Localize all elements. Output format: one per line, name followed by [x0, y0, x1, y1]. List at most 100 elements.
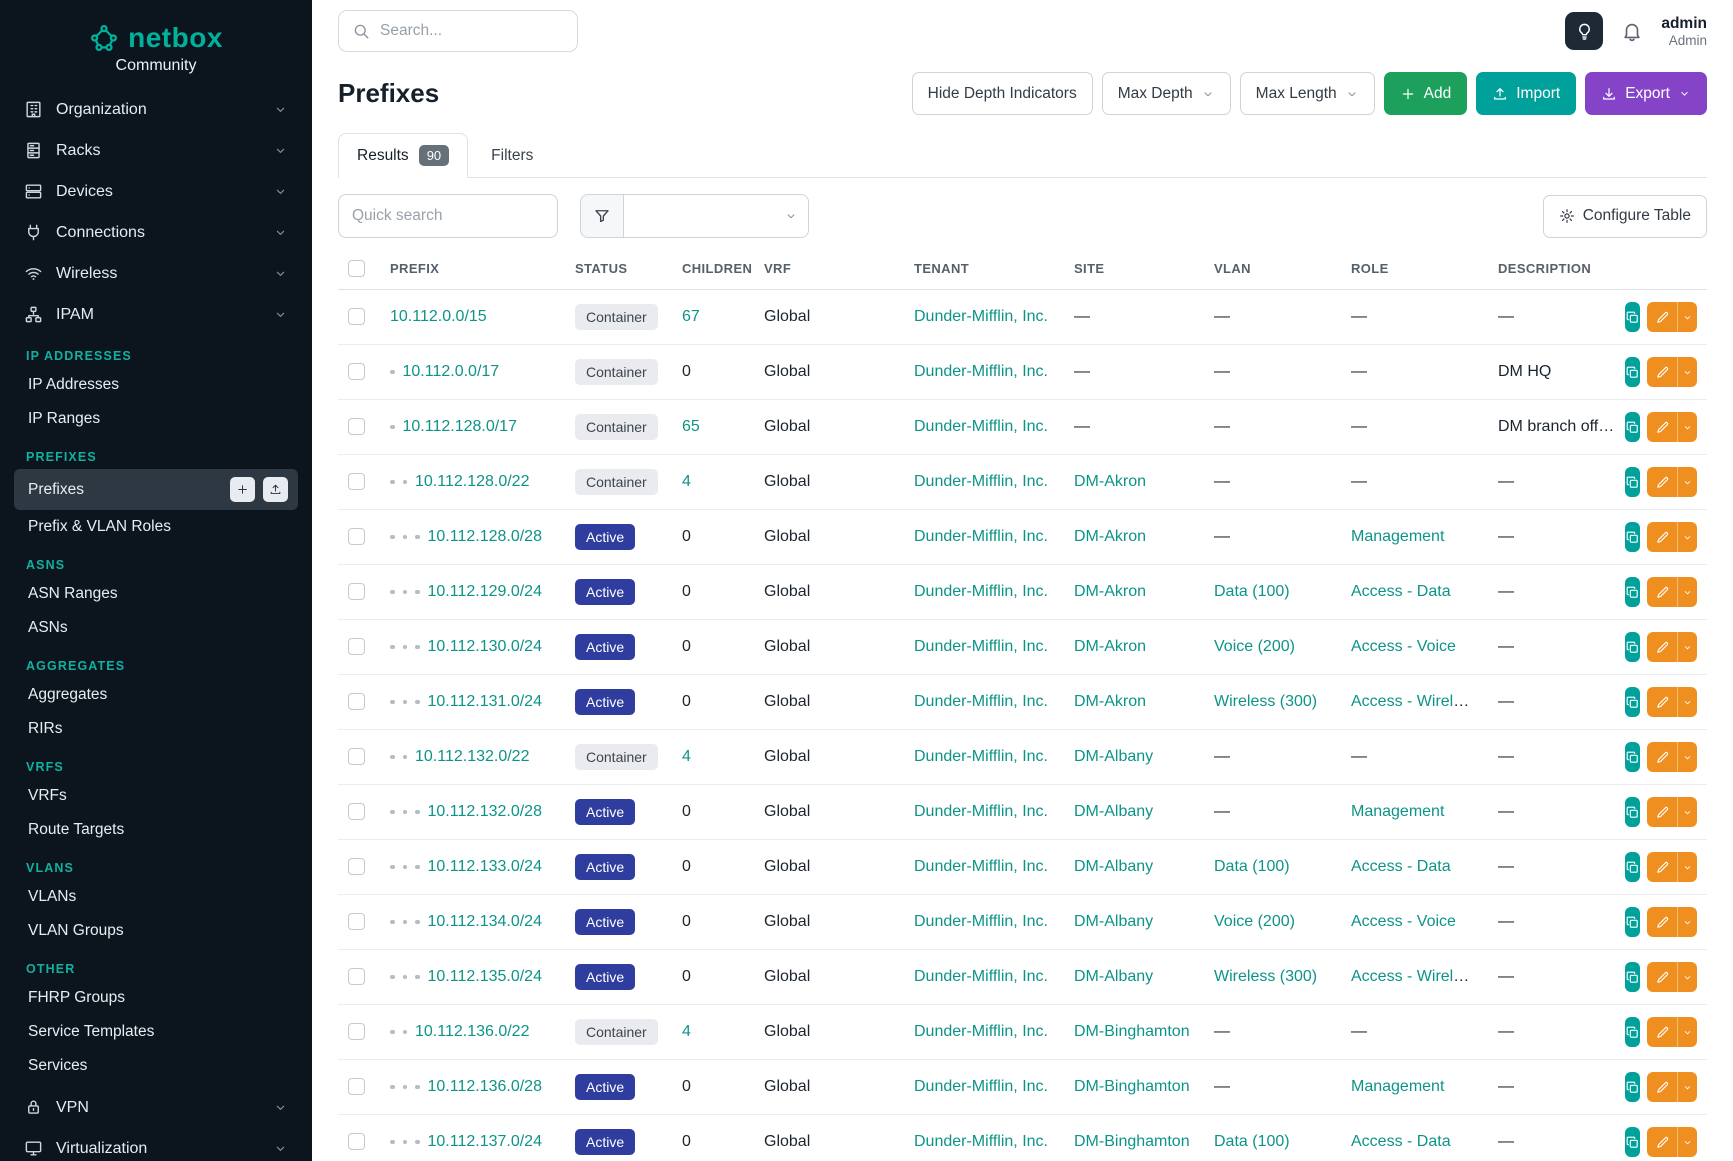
edit-button[interactable] — [1647, 412, 1677, 442]
configure-table-button[interactable]: Configure Table — [1543, 195, 1707, 238]
edit-dropdown-toggle[interactable] — [1677, 907, 1697, 937]
sidebar-item-rirs[interactable]: RIRs — [14, 712, 298, 746]
tenant-link[interactable]: Dunder-Mifflin, Inc. — [914, 638, 1048, 655]
copy-button[interactable] — [1625, 1127, 1640, 1157]
copy-button[interactable] — [1625, 852, 1640, 882]
role-link[interactable]: Access - Data — [1351, 583, 1451, 600]
edit-button[interactable] — [1647, 1072, 1677, 1102]
copy-button[interactable] — [1625, 687, 1640, 717]
prefix-link[interactable]: 10.112.130.0/24 — [428, 638, 542, 655]
edit-button[interactable] — [1647, 1127, 1677, 1157]
max-length-dropdown[interactable]: Max Length — [1240, 72, 1375, 115]
row-checkbox[interactable] — [348, 363, 365, 380]
vlan-link[interactable]: Voice (200) — [1214, 913, 1295, 930]
sidebar-item-organization[interactable]: Organization — [14, 89, 298, 130]
sidebar-item-racks[interactable]: Racks — [14, 130, 298, 171]
quick-search-input[interactable] — [338, 194, 558, 238]
copy-button[interactable] — [1625, 412, 1640, 442]
sidebar-item-vlans[interactable]: VLANs — [14, 880, 298, 914]
prefix-link[interactable]: 10.112.0.0/17 — [403, 363, 500, 380]
sidebar-item-ip-addresses[interactable]: IP Addresses — [14, 368, 298, 402]
row-checkbox[interactable] — [348, 638, 365, 655]
edit-button[interactable] — [1647, 522, 1677, 552]
prefix-link[interactable]: 10.112.128.0/17 — [403, 418, 517, 435]
sidebar-item-ip-ranges[interactable]: IP Ranges — [14, 402, 298, 436]
copy-button[interactable] — [1625, 577, 1640, 607]
tenant-link[interactable]: Dunder-Mifflin, Inc. — [914, 968, 1048, 985]
sidebar-item-vrfs[interactable]: VRFs — [14, 779, 298, 813]
vlan-link[interactable]: Wireless (300) — [1214, 693, 1317, 710]
sidebar-item-devices[interactable]: Devices — [14, 171, 298, 212]
row-checkbox[interactable] — [348, 693, 365, 710]
sidebar-import-button[interactable] — [263, 477, 288, 502]
prefix-link[interactable]: 10.112.135.0/24 — [428, 968, 542, 985]
edit-dropdown-toggle[interactable] — [1677, 357, 1697, 387]
prefix-link[interactable]: 10.112.128.0/28 — [428, 528, 542, 545]
prefix-link[interactable]: 10.112.128.0/22 — [415, 473, 529, 490]
edit-button[interactable] — [1647, 1017, 1677, 1047]
max-depth-dropdown[interactable]: Max Depth — [1102, 72, 1231, 115]
sidebar-item-vpn[interactable]: VPN — [14, 1087, 298, 1128]
edit-dropdown-toggle[interactable] — [1677, 1127, 1697, 1157]
edit-dropdown-toggle[interactable] — [1677, 687, 1697, 717]
column-header-status[interactable]: STATUS — [565, 250, 672, 290]
tenant-link[interactable]: Dunder-Mifflin, Inc. — [914, 1078, 1048, 1095]
add-button[interactable]: Add — [1384, 72, 1468, 115]
edit-button[interactable] — [1647, 632, 1677, 662]
sidebar-item-prefix-vlan-roles[interactable]: Prefix & VLAN Roles — [14, 510, 298, 544]
column-header-site[interactable]: SITE — [1064, 250, 1204, 290]
tenant-link[interactable]: Dunder-Mifflin, Inc. — [914, 693, 1048, 710]
column-header-tenant[interactable]: TENANT — [904, 250, 1064, 290]
sidebar-item-asn-ranges[interactable]: ASN Ranges — [14, 577, 298, 611]
edit-dropdown-toggle[interactable] — [1677, 797, 1697, 827]
column-header-vrf[interactable]: VRF — [754, 250, 904, 290]
global-search[interactable] — [338, 10, 578, 52]
row-checkbox[interactable] — [348, 968, 365, 985]
role-link[interactable]: Access - Data — [1351, 1133, 1451, 1150]
row-checkbox[interactable] — [348, 803, 365, 820]
saved-filter-select[interactable] — [624, 194, 809, 238]
site-link[interactable]: DM-Albany — [1074, 748, 1153, 765]
row-checkbox[interactable] — [348, 473, 365, 490]
site-link[interactable]: DM-Albany — [1074, 968, 1153, 985]
edit-dropdown-toggle[interactable] — [1677, 852, 1697, 882]
sidebar-item-service-templates[interactable]: Service Templates — [14, 1015, 298, 1049]
vlan-link[interactable]: Data (100) — [1214, 1133, 1290, 1150]
edit-button[interactable] — [1647, 302, 1677, 332]
site-link[interactable]: DM-Albany — [1074, 803, 1153, 820]
prefix-link[interactable]: 10.112.136.0/28 — [428, 1078, 542, 1095]
sidebar-item-prefixes[interactable]: Prefixes — [14, 469, 298, 510]
sidebar-item-vlan-groups[interactable]: VLAN Groups — [14, 914, 298, 948]
edit-dropdown-toggle[interactable] — [1677, 467, 1697, 497]
children-link[interactable]: 4 — [682, 748, 691, 765]
site-link[interactable]: DM-Akron — [1074, 693, 1146, 710]
vlan-link[interactable]: Wireless (300) — [1214, 968, 1317, 985]
row-checkbox[interactable] — [348, 858, 365, 875]
tenant-link[interactable]: Dunder-Mifflin, Inc. — [914, 583, 1048, 600]
tab-results[interactable]: Results 90 — [338, 133, 468, 178]
site-link[interactable]: DM-Akron — [1074, 638, 1146, 655]
edit-dropdown-toggle[interactable] — [1677, 1072, 1697, 1102]
copy-button[interactable] — [1625, 797, 1640, 827]
site-link[interactable]: DM-Akron — [1074, 583, 1146, 600]
row-checkbox[interactable] — [348, 1133, 365, 1150]
vlan-link[interactable]: Data (100) — [1214, 858, 1290, 875]
prefix-link[interactable]: 10.112.132.0/28 — [428, 803, 542, 820]
site-link[interactable]: DM-Binghamton — [1074, 1078, 1190, 1095]
copy-button[interactable] — [1625, 1017, 1640, 1047]
role-link[interactable]: Access - Data — [1351, 858, 1451, 875]
site-link[interactable]: DM-Binghamton — [1074, 1133, 1190, 1150]
copy-button[interactable] — [1625, 907, 1640, 937]
tenant-link[interactable]: Dunder-Mifflin, Inc. — [914, 748, 1048, 765]
edit-dropdown-toggle[interactable] — [1677, 632, 1697, 662]
role-link[interactable]: Management — [1351, 803, 1444, 820]
prefix-link[interactable]: 10.112.136.0/22 — [415, 1023, 529, 1040]
row-checkbox[interactable] — [348, 583, 365, 600]
role-link[interactable]: Management — [1351, 1078, 1444, 1095]
edit-button[interactable] — [1647, 467, 1677, 497]
edit-dropdown-toggle[interactable] — [1677, 1017, 1697, 1047]
edit-dropdown-toggle[interactable] — [1677, 962, 1697, 992]
filter-button[interactable] — [580, 194, 624, 238]
sidebar-item-wireless[interactable]: Wireless — [14, 253, 298, 294]
prefix-link[interactable]: 10.112.131.0/24 — [428, 693, 542, 710]
